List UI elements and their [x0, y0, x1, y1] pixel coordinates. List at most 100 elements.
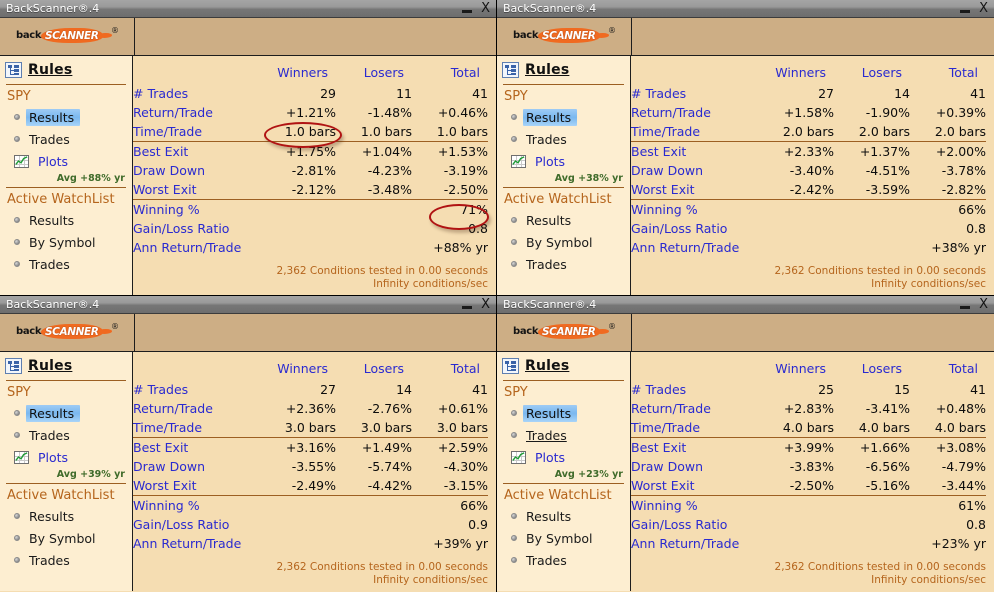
close-icon[interactable]: X: [979, 298, 988, 311]
rules-header[interactable]: Rules: [0, 56, 132, 83]
sidebar-item-plots[interactable]: Plots: [0, 446, 132, 468]
sidebar-item-results[interactable]: Results: [497, 106, 630, 128]
sidebar-item-label: Plots: [535, 449, 566, 465]
watchlist-item-label: Trades: [526, 256, 567, 272]
cell-total: 66%: [412, 495, 488, 515]
minimize-button[interactable]: [462, 305, 473, 309]
sidebar-item-trades[interactable]: Trades: [497, 128, 630, 150]
cell-losers: 14: [396, 382, 412, 397]
watchlist-item-trades[interactable]: Trades: [497, 549, 630, 571]
watchlist-item-trades[interactable]: Trades: [0, 549, 132, 571]
sidebar-item-trades[interactable]: Trades: [0, 424, 132, 446]
logo-container: back SCANNER ®: [0, 18, 135, 55]
cell-losers: 15: [894, 382, 910, 397]
watchlist-item-by-symbol[interactable]: By Symbol: [497, 231, 630, 253]
watchlist-item-by-symbol[interactable]: By Symbol: [0, 231, 132, 253]
watchlist-item-trades[interactable]: Trades: [0, 253, 132, 275]
close-icon[interactable]: X: [481, 298, 490, 311]
title-bar[interactable]: BackScanner®.4 X: [497, 0, 994, 18]
sidebar-item-plots[interactable]: Plots: [0, 150, 132, 172]
sidebar-item-trades[interactable]: Trades: [0, 128, 132, 150]
watchlist-item-results[interactable]: Results: [497, 505, 630, 527]
cell-total: 61%: [910, 495, 986, 515]
table-header-row: Winners Losers Total: [631, 60, 986, 84]
table-row: Gain/Loss Ratio 0.8: [631, 515, 986, 534]
title-bar[interactable]: BackScanner®.4 X: [497, 296, 994, 314]
cell-losers: -3.59%: [865, 182, 910, 197]
cell-losers: -3.41%: [865, 401, 910, 416]
tree-hierarchy-icon: [5, 62, 22, 78]
rules-header[interactable]: Rules: [0, 352, 132, 379]
row-label: Best Exit: [631, 437, 756, 457]
avg-return-note: Avg +23% yr: [554, 469, 623, 480]
row-label: Return/Trade: [133, 105, 213, 120]
cell-losers: [336, 238, 412, 257]
watchlist-item-results[interactable]: Results: [0, 209, 132, 231]
backscanner-logo-icon: back SCANNER ®: [15, 322, 119, 344]
cell-total: -3.19%: [443, 163, 488, 178]
cell-losers: +1.66%: [834, 437, 910, 457]
cell-winners: +1.75%: [258, 141, 336, 161]
title-bar[interactable]: BackScanner®.4 X: [0, 296, 496, 314]
sidebar-item-plots[interactable]: Plots: [497, 150, 630, 172]
cell-total: -2.50%: [443, 182, 488, 197]
table-row: Ann Return/Trade +23% yr: [631, 534, 986, 553]
watchlist-item-trades[interactable]: Trades: [497, 253, 630, 275]
bullet-icon: [511, 432, 517, 438]
rules-label: Rules: [28, 62, 73, 78]
logo-text-scanner: SCANNER: [45, 29, 99, 42]
cell-losers: +1.37%: [834, 141, 910, 161]
watchlist-item-results[interactable]: Results: [497, 209, 630, 231]
cell-losers: [834, 199, 910, 219]
header-total: Total: [948, 64, 978, 80]
cell-total: 66%: [910, 199, 986, 219]
table-row: Time/Trade 4.0 bars 4.0 bars 4.0 bars: [631, 418, 986, 438]
minimize-button[interactable]: [960, 9, 971, 13]
header-losers: Losers: [363, 360, 404, 376]
watchlist-item-results[interactable]: Results: [0, 505, 132, 527]
table-row: Best Exit +3.16% +1.49% +2.59%: [133, 437, 488, 457]
cell-winners: [258, 534, 336, 553]
sidebar-item-results[interactable]: Results: [0, 402, 132, 424]
close-icon[interactable]: X: [481, 2, 490, 15]
sidebar-item-trades[interactable]: Trades: [497, 424, 630, 446]
minimize-button[interactable]: [462, 9, 473, 13]
row-label: Worst Exit: [631, 182, 695, 197]
title-bar[interactable]: BackScanner®.4 X: [0, 0, 496, 18]
watchlist-item-by-symbol[interactable]: By Symbol: [497, 527, 630, 549]
header-filler: [135, 314, 496, 351]
avg-return-note: Avg +39% yr: [56, 469, 125, 480]
sidebar-item-results[interactable]: Results: [497, 402, 630, 424]
table-row: # Trades 25 15 41: [631, 380, 986, 399]
rules-header[interactable]: Rules: [497, 56, 630, 83]
sidebar-item-results[interactable]: Results: [0, 106, 132, 128]
table-row: # Trades 27 14 41: [133, 380, 488, 399]
watchlist-item-by-symbol[interactable]: By Symbol: [0, 527, 132, 549]
header-losers: Losers: [861, 64, 902, 80]
row-label: Ann Return/Trade: [133, 536, 242, 551]
row-label: Best Exit: [133, 141, 258, 161]
cell-losers: 11: [396, 86, 412, 101]
tree-hierarchy-icon: [502, 62, 519, 78]
table-header-row: Winners Losers Total: [133, 356, 488, 380]
close-icon[interactable]: X: [979, 2, 988, 15]
bullet-icon: [511, 114, 517, 120]
sidebar-item-label: Trades: [29, 427, 70, 443]
row-label: Ann Return/Trade: [631, 536, 740, 551]
minimize-button[interactable]: [960, 305, 971, 309]
cell-total: 2.0 bars: [934, 124, 986, 139]
status-footer: 2,362 Conditions tested in 0.00 seconds …: [277, 265, 488, 291]
cell-losers: -4.23%: [367, 163, 412, 178]
rules-header[interactable]: Rules: [497, 352, 630, 379]
window-title: BackScanner®.4: [6, 2, 100, 15]
cell-total: 0.8: [966, 517, 986, 532]
bullet-icon: [511, 239, 517, 245]
sidebar-item-plots[interactable]: Plots: [497, 446, 630, 468]
cell-winners: 3.0 bars: [284, 420, 336, 435]
sidebar-item-label: Trades: [526, 131, 567, 147]
table-row: Return/Trade +1.21% -1.48% +0.46%: [133, 103, 488, 122]
cell-total: +3.08%: [910, 437, 986, 457]
logo-text-scanner: SCANNER: [45, 325, 99, 338]
results-content: Winners Losers Total # Trades 25 15 41 R…: [631, 352, 994, 591]
cell-total: -2.82%: [941, 182, 986, 197]
